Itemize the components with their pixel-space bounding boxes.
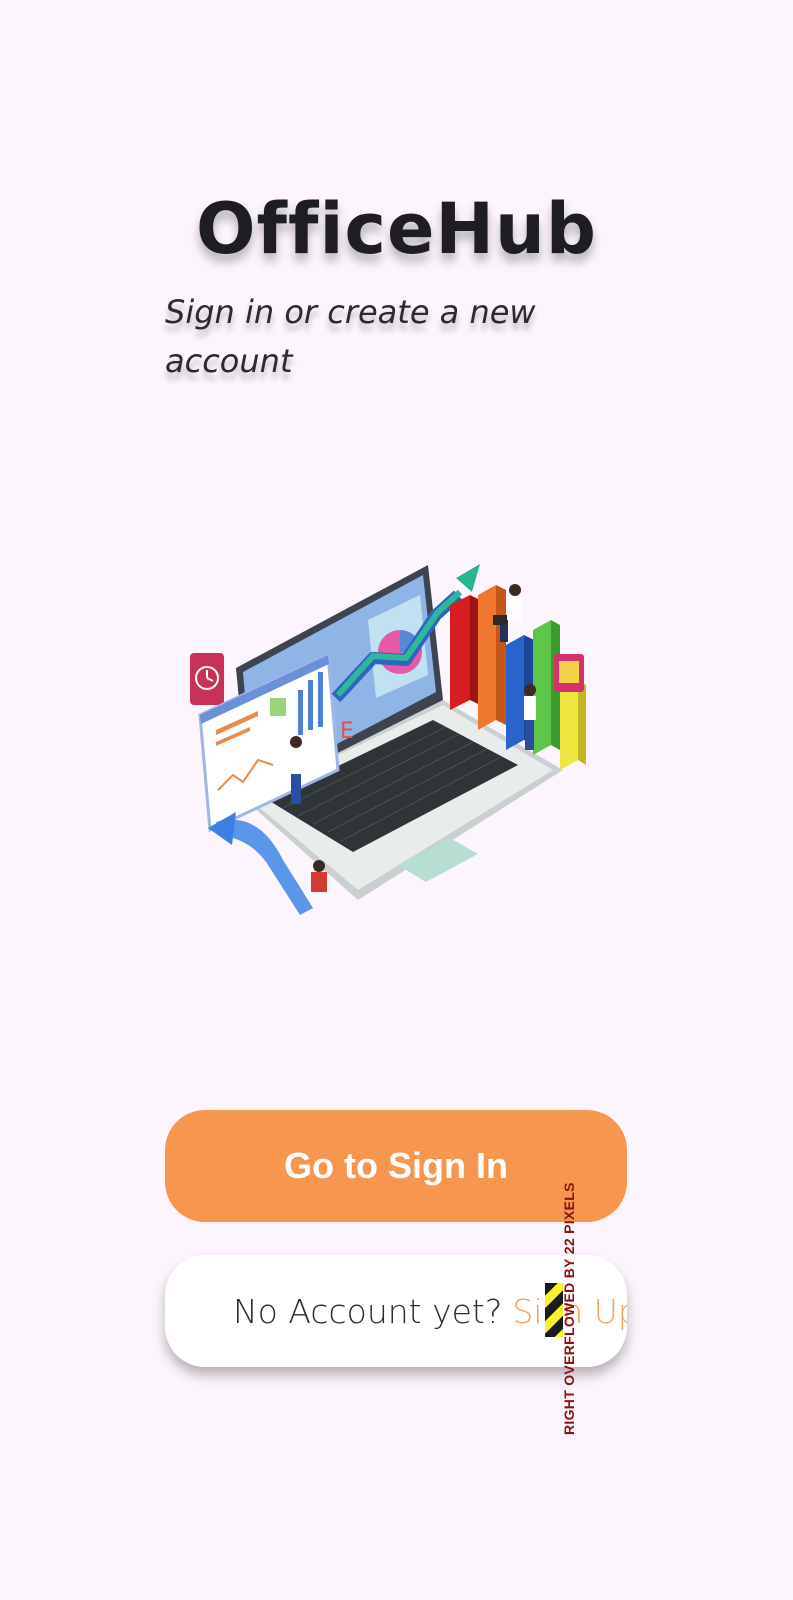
clock-icon xyxy=(190,653,224,705)
no-account-prompt: No Account yet? xyxy=(233,1291,503,1331)
svg-text:E: E xyxy=(340,719,354,744)
sign-in-button[interactable]: Go to Sign In xyxy=(165,1110,627,1222)
subtitle: Sign in or create a new account xyxy=(165,293,536,380)
app-title: OfficeHub xyxy=(196,188,597,270)
overflow-warning-text: RIGHT OVERFLOWED BY 22 PIXELS xyxy=(561,1182,577,1435)
hero-illustration: E xyxy=(188,560,598,935)
